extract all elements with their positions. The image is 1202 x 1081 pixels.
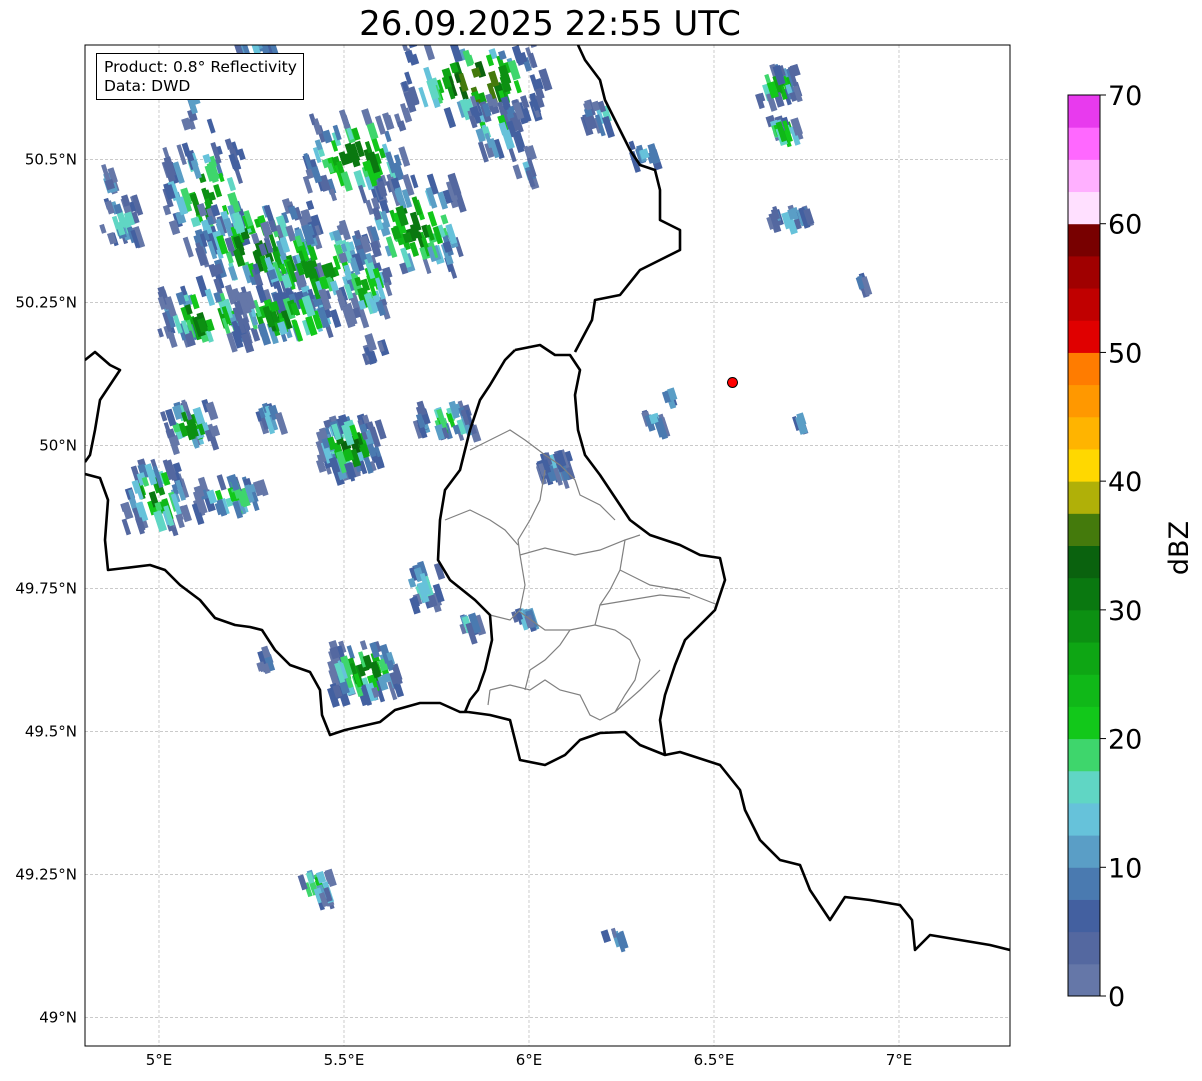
echo-cell — [440, 214, 449, 225]
colorbar-bin — [1068, 513, 1100, 546]
echo-cell — [358, 184, 368, 204]
echo-cell — [157, 328, 164, 338]
echo-cell — [204, 288, 216, 307]
echo-cell — [274, 412, 289, 435]
echo-cell — [361, 108, 373, 126]
echo-cell — [418, 86, 429, 108]
colorbar-bin — [1068, 481, 1100, 514]
echo-cell — [226, 176, 237, 192]
colorbar-tick-label: 0 — [1108, 982, 1125, 1013]
echo-cell — [346, 645, 355, 660]
echo-cell — [106, 231, 117, 245]
map-frame — [84, 44, 1011, 1047]
x-tick-label: 7°E — [886, 1051, 913, 1069]
product-label: Product: 0.8° Reflectivity — [104, 58, 297, 76]
echo-cell — [513, 80, 522, 94]
colorbar-label: dBZ — [1164, 521, 1195, 575]
y-tick-label: 49.25°N — [15, 865, 77, 883]
echo-cell — [182, 236, 194, 258]
data-source-label: Data: DWD — [104, 77, 191, 95]
y-tick-label: 50°N — [39, 436, 77, 454]
y-tick-label: 49°N — [39, 1008, 77, 1026]
echo-cell — [302, 175, 313, 194]
gridlines — [85, 45, 1010, 1046]
colorbar-tick-label: 60 — [1108, 210, 1142, 241]
echo-cell — [329, 188, 338, 202]
colorbar-bin — [1068, 609, 1100, 643]
echo-cell — [427, 210, 438, 227]
echo-cell — [600, 929, 612, 943]
colorbar-tick-label: 50 — [1108, 338, 1142, 369]
colorbar-bin — [1068, 223, 1100, 257]
colorbar-bin — [1068, 416, 1100, 450]
canton-borders — [444, 429, 719, 721]
colorbar-bin — [1068, 674, 1100, 707]
x-tick-label: 5°E — [146, 1051, 173, 1069]
colorbar-bin — [1068, 642, 1100, 675]
y-axis-ticks: 50.5°N 50.25°N 50°N 49.75°N 49.5°N 49.25°N 49°… — [15, 150, 77, 1026]
colorbar-bin — [1068, 159, 1100, 193]
colorbar-bin — [1068, 867, 1100, 900]
radar-site-marker — [727, 376, 738, 388]
colorbar-bin — [1068, 545, 1100, 579]
colorbar-bin — [1068, 738, 1100, 772]
colorbar-bin — [1068, 320, 1100, 353]
y-tick-label: 50.5°N — [25, 150, 77, 168]
y-tick-label: 50.25°N — [15, 293, 77, 311]
radar-echoes — [99, 45, 873, 953]
colorbar-tick-label: 40 — [1108, 467, 1142, 498]
echo-cell — [422, 257, 432, 275]
colorbar-tick-label: 10 — [1108, 853, 1142, 884]
echo-cell — [305, 200, 315, 211]
echo-cell — [216, 474, 227, 491]
echo-cell — [121, 518, 132, 536]
echo-cell — [338, 109, 351, 130]
colorbar-bin — [1068, 288, 1100, 321]
echo-cell — [512, 164, 523, 180]
x-tick-label: 6°E — [516, 1051, 543, 1069]
colorbar-bin — [1068, 899, 1100, 933]
colorbar-tick-label: 20 — [1108, 725, 1142, 756]
y-tick-label: 49.5°N — [25, 722, 77, 740]
echo-cell — [409, 241, 420, 257]
colorbar-bin — [1068, 384, 1100, 418]
echo-cell — [528, 45, 537, 48]
echo-cell — [366, 122, 379, 140]
colorbar-bin — [1068, 577, 1100, 611]
colorbar-bin — [1068, 931, 1100, 965]
x-tick-label: 6.5°E — [694, 1051, 735, 1069]
colorbar-bin — [1068, 706, 1100, 740]
colorbar-bin — [1068, 835, 1100, 868]
echo-cell — [250, 232, 260, 245]
echo-cell — [423, 45, 436, 61]
colorbar-bin — [1068, 448, 1100, 482]
colorbar-bin — [1068, 191, 1100, 225]
echo-cell — [443, 106, 457, 129]
echo-cell — [228, 265, 238, 281]
colorbar-tick-label: 30 — [1108, 596, 1142, 627]
echo-cell — [167, 331, 178, 348]
echo-cell — [397, 120, 407, 132]
colorbar: 0 10 20 30 40 50 60 70 — [1067, 81, 1142, 1013]
echo-cell — [329, 309, 342, 328]
colorbar-bin — [1068, 802, 1100, 836]
x-tick-label: 5.5°E — [324, 1051, 365, 1069]
colorbar-bin — [1068, 352, 1100, 386]
colorbar-bin — [1068, 770, 1100, 804]
colorbar-tick-label: 70 — [1108, 81, 1142, 112]
product-info-box: Product: 0.8° Reflectivity Data: DWD — [96, 53, 304, 100]
radar-map: 5°E 5.5°E 6°E 6.5°E 7°E 50.5°N 50.25°N 50°N 49.… — [15, 44, 1195, 1069]
echo-cell — [297, 874, 308, 891]
colorbar-bin — [1068, 255, 1100, 289]
colorbar-bin — [1068, 127, 1100, 160]
colorbar-bin — [1068, 963, 1100, 997]
colorbar-bin — [1068, 95, 1100, 128]
echo-cell — [359, 640, 368, 651]
echo-cell — [206, 118, 216, 134]
y-tick-label: 49.75°N — [15, 579, 77, 597]
echo-cell — [404, 49, 415, 64]
echo-cell — [99, 223, 107, 234]
echo-cell — [407, 45, 418, 49]
x-axis-ticks: 5°E 5.5°E 6°E 6.5°E 7°E — [146, 1051, 913, 1069]
